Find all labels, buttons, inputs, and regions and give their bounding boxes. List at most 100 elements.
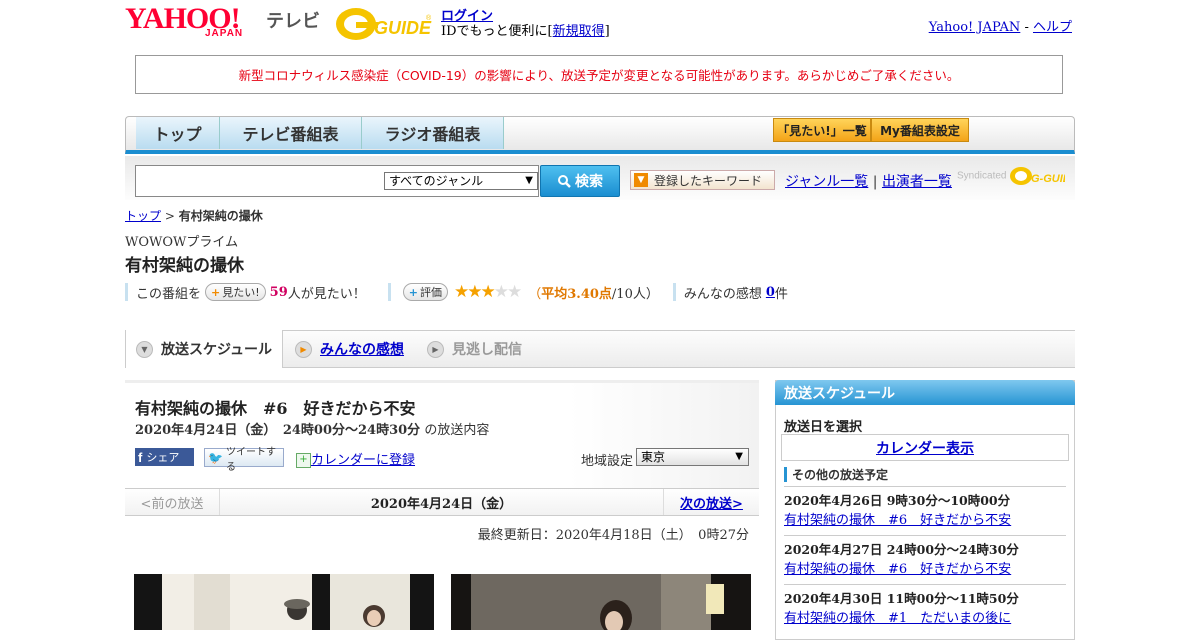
impressions-suffix: 件 — [774, 286, 788, 302]
avg-suffix: /10人） — [611, 286, 659, 302]
watchlist-button[interactable]: 「見たい!」一覧 — [773, 118, 871, 142]
episode-photo-1 — [134, 574, 434, 630]
divider-bar — [672, 283, 676, 301]
dropdown-triangle-icon: ▼ — [634, 173, 648, 187]
svg-text:GUIDE: GUIDE — [374, 18, 432, 38]
broadcast-pager: <前の放送 2020年4月24日（金） 次の放送> — [125, 488, 759, 516]
dropdown-arrow-icon: ▼ — [525, 175, 533, 186]
broadcast-date: 2020年4月27日 24時00分～24時30分 — [784, 542, 1019, 557]
breadcrumb-top[interactable]: トップ — [125, 209, 161, 223]
broadcast-date: 2020年4月26日 9時30分～10時00分 — [784, 493, 1011, 508]
content-tabs: ▼ 放送スケジュール ▶ みんなの感想 ▶ 見逃し配信 — [125, 330, 1075, 368]
login-prefix: IDでもっと便利に[ — [441, 24, 553, 39]
prev-broadcast[interactable]: <前の放送 — [125, 489, 220, 515]
calendar-register-link: カレンダーに登録 — [311, 453, 416, 468]
region-label: 地域設定 — [581, 454, 634, 469]
search-icon — [558, 175, 571, 188]
average-rating: 平均3.40点 — [541, 286, 612, 302]
breadcrumb-sep: > — [161, 209, 179, 223]
star-icon: ★ — [480, 282, 495, 302]
divider-bar — [125, 283, 128, 301]
covid-notice: 新型コロナウィルス感染症（COVID-19）の影響により、放送予定が変更となる可… — [135, 55, 1063, 94]
login-subtext: IDでもっと便利に[新規取得] — [441, 20, 610, 39]
star-icon: ★ — [453, 282, 469, 302]
performer-list-link[interactable]: 出演者一覧 — [882, 174, 952, 190]
divider — [784, 584, 1066, 585]
episode-datetime-suffix: の放送内容 — [424, 423, 490, 438]
other-broadcasts-label: その他の放送予定 — [792, 468, 889, 482]
divider — [784, 535, 1066, 536]
star-empty-icon: ★ — [506, 282, 522, 302]
genre-list-link[interactable]: ジャンル一覧 — [785, 174, 868, 190]
keyword-button-label: 登録したキーワード — [654, 173, 763, 188]
play-icon: ▶ — [295, 340, 312, 358]
tab-reviews[interactable]: ▶ みんなの感想 — [295, 331, 404, 367]
rate-button[interactable]: + 評価 — [402, 283, 448, 301]
episode-datetime: 2020年4月24日（金） 24時00分～24時30分 — [135, 423, 421, 438]
facebook-icon: f — [138, 449, 143, 465]
syndicated-text: Syndicated — [957, 170, 1007, 182]
tab-schedule-label: 放送スケジュール — [160, 342, 273, 358]
divider — [784, 486, 1066, 487]
want-count: 59 — [269, 284, 288, 300]
genre-select[interactable]: すべてのジャンル ▼ — [384, 172, 538, 190]
breadcrumb-current: 有村架純の撮休 — [178, 209, 263, 223]
want-prefix: この番組を — [136, 286, 202, 302]
divider-bar — [784, 467, 787, 482]
main-nav: トップ テレビ番組表 ラジオ番組表 「見たい!」一覧 My番組表設定 — [125, 116, 1075, 154]
gguide-logo[interactable]: GUIDE ® — [334, 6, 434, 42]
tab-catchup[interactable]: ▶ 見逃し配信 — [427, 331, 522, 367]
calendar-plus-icon: + — [296, 453, 311, 468]
want-suffix: 人が見たい！ — [287, 286, 366, 302]
svg-text:G-GUIDE: G-GUIDE — [1031, 173, 1065, 185]
tweet-button[interactable]: 🐦 ツイートする — [204, 447, 284, 473]
signup-link[interactable]: 新規取得 — [553, 24, 605, 39]
share-label: シェア — [146, 452, 180, 464]
program-stats: この番組を + 見たい! 59 人が見たい！ + 評価 ★★★★★ （平均3.40点… — [125, 282, 788, 302]
tweet-label: ツイートする — [225, 446, 276, 473]
chevron-down-icon: ▼ — [135, 340, 153, 358]
search-button-label: 検索 — [575, 174, 603, 190]
broadcast-title-link[interactable]: 有村架純の撮休 #6 好きだから不安 — [784, 558, 1011, 577]
play-icon: ▶ — [427, 340, 444, 358]
keyword-button[interactable]: ▼ 登録したキーワード — [630, 170, 775, 190]
episode-title: 有村架純の撮休 #6 好きだから不安 — [135, 399, 416, 418]
my-schedule-button[interactable]: My番組表設定 — [871, 118, 969, 142]
tab-catchup-label: 見逃し配信 — [452, 342, 522, 358]
genre-links: ジャンル一覧 | 出演者一覧 — [785, 171, 952, 191]
select-date-label: 放送日を選択 — [784, 420, 863, 435]
help-link[interactable]: ヘルプ — [1033, 20, 1072, 35]
dropdown-arrow-icon: ▼ — [735, 451, 743, 462]
want-button[interactable]: + 見たい! — [205, 283, 266, 301]
header-right-links: Yahoo! JAPAN - ヘルプ — [929, 16, 1072, 35]
broadcast-title-link[interactable]: 有村架純の撮休 #1 ただいまの後に — [784, 607, 1011, 626]
divider-bar — [387, 283, 391, 301]
facebook-share-button[interactable]: f シェア — [135, 448, 194, 466]
region-select[interactable]: 東京 ▼ — [636, 448, 749, 466]
tab-schedule[interactable]: ▼ 放送スケジュール — [125, 330, 283, 368]
twitter-bird-icon: 🐦 — [208, 450, 223, 465]
svg-text:®: ® — [426, 14, 432, 22]
yahoo-japan-logo-sub: JAPAN — [205, 28, 244, 39]
calendar-display-link[interactable]: カレンダー表示 — [781, 434, 1069, 461]
calendar-register[interactable]: + カレンダーに登録 — [296, 449, 415, 468]
search-button[interactable]: 検索 — [540, 165, 620, 197]
tab-reviews-label: みんなの感想 — [320, 342, 404, 358]
broadcast-title-link[interactable]: 有村架純の撮休 #6 好きだから不安 — [784, 509, 1011, 528]
tv-logo-text[interactable]: テレビ — [266, 7, 320, 33]
tab-radio-schedule[interactable]: ラジオ番組表 — [362, 117, 504, 149]
want-button-label: 見たい! — [222, 286, 260, 299]
impressions-label: みんなの感想 — [683, 286, 762, 302]
yahoo-japan-link[interactable]: Yahoo! JAPAN — [929, 20, 1021, 35]
pager-date: 2020年4月24日（金） — [370, 496, 513, 512]
rating-stars: ★★★★★ — [453, 282, 522, 302]
link-divider: | — [872, 174, 878, 190]
next-broadcast[interactable]: 次の放送> — [663, 489, 759, 515]
other-broadcasts-title: その他の放送予定 — [784, 466, 888, 483]
impressions-count[interactable]: 0 — [766, 285, 775, 300]
episode-photo-2 — [451, 574, 751, 630]
plus-icon: + — [211, 285, 221, 299]
tab-top[interactable]: トップ — [136, 117, 220, 149]
region-selected-value: 東京 — [641, 450, 666, 464]
tab-tv-schedule[interactable]: テレビ番組表 — [220, 117, 362, 149]
